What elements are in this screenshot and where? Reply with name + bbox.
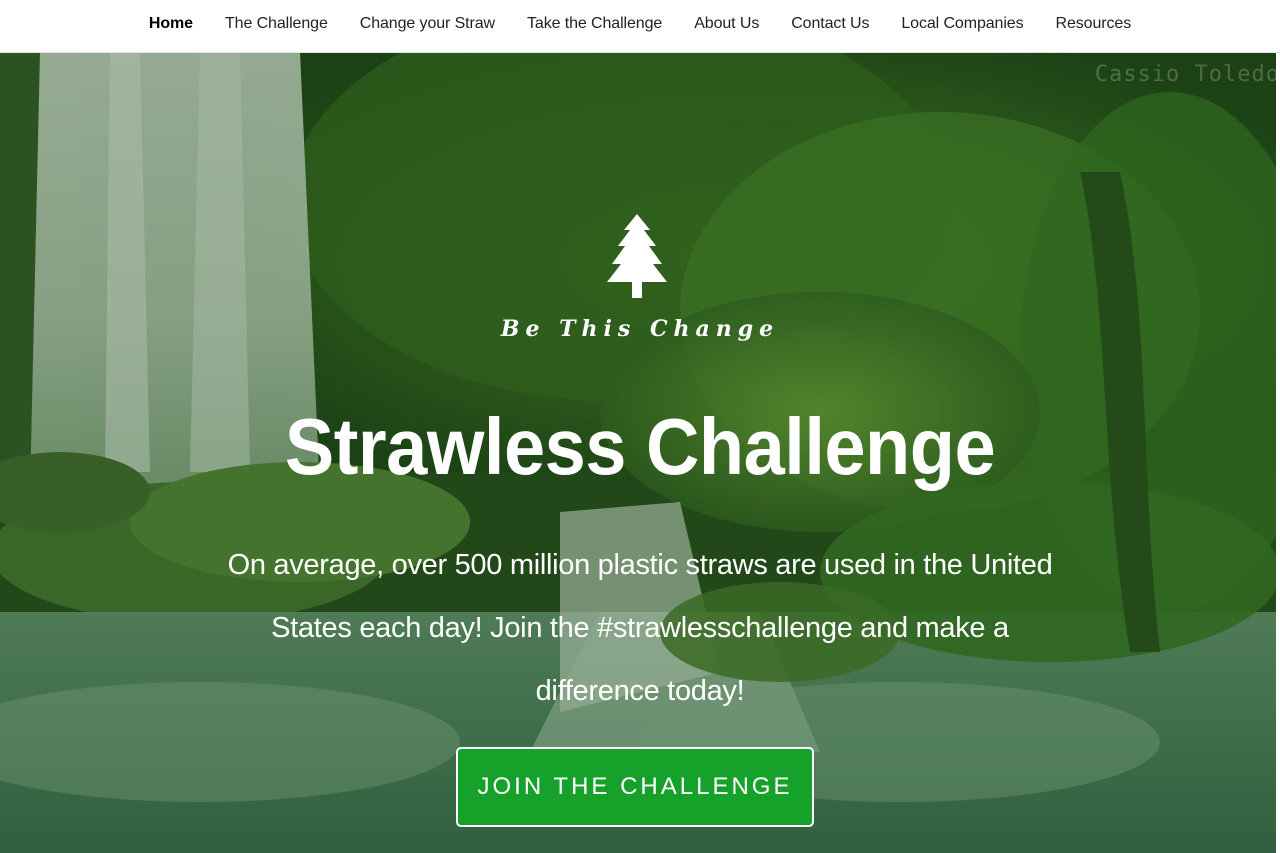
nav-item-take-the-challenge[interactable]: Take the Challenge (511, 15, 678, 33)
tagline: Be This Change (500, 316, 780, 342)
nav-item-the-challenge[interactable]: The Challenge (209, 15, 344, 33)
nav-item-change-your-straw[interactable]: Change your Straw (344, 15, 511, 33)
nav-item-home[interactable]: Home (133, 15, 209, 33)
page-title: Strawless Challenge (284, 401, 996, 492)
hero-description: On average, over 500 million plastic str… (227, 549, 1053, 707)
nav-item-local-companies[interactable]: Local Companies (885, 15, 1039, 33)
nav-menu: Home The Challenge Change your Straw Tak… (0, 0, 1280, 48)
photo-credit-watermark: Cassio Toledo (1094, 62, 1280, 87)
pine-tree-icon (607, 214, 667, 298)
nav-item-resources[interactable]: Resources (1040, 15, 1148, 33)
join-challenge-button[interactable]: JOIN THE CHALLENGE (456, 747, 814, 827)
nav-item-contact-us[interactable]: Contact Us (775, 15, 885, 33)
top-navigation: Home The Challenge Change your Straw Tak… (0, 0, 1280, 53)
hero-section: Cassio Toledo Be This Change Strawless C… (0, 52, 1280, 853)
page-edge-divider (1276, 52, 1280, 853)
nav-item-about-us[interactable]: About Us (678, 15, 775, 33)
